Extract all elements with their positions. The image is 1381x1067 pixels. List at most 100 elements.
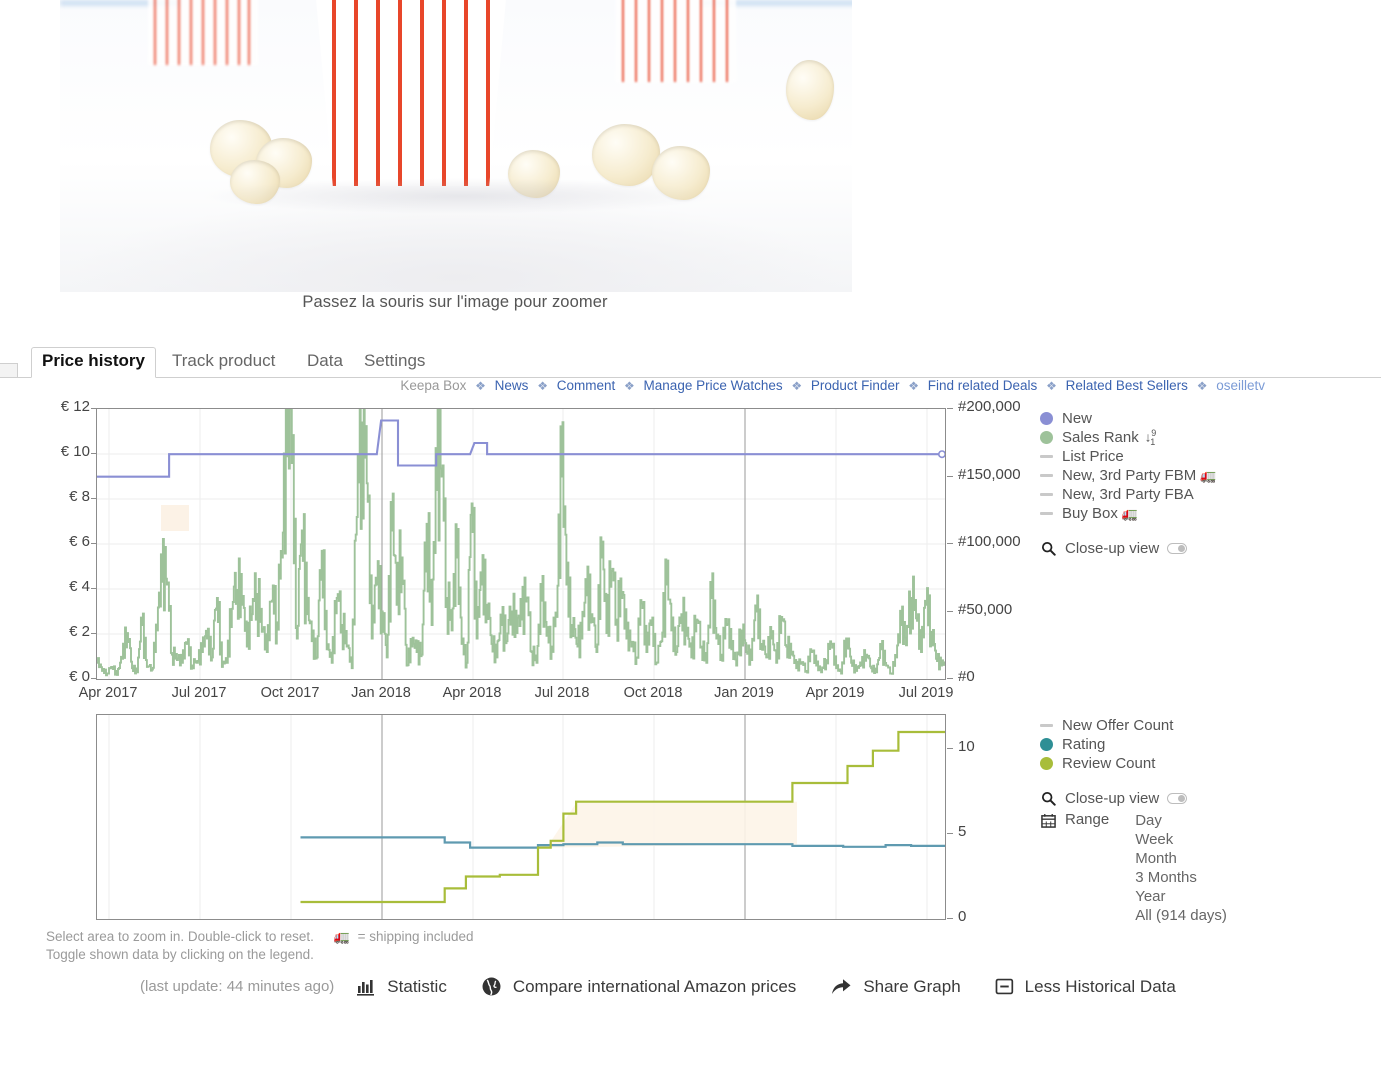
price-tick-label: € 8: [69, 488, 90, 505]
tab-track-product[interactable]: Track product: [162, 348, 285, 377]
rating-review-chart[interactable]: [96, 714, 946, 920]
compare-prices-button[interactable]: Compare international Amazon prices: [481, 976, 796, 997]
keepa-box-label: Keepa Box: [400, 378, 467, 393]
popcorn-kernel: [592, 124, 660, 186]
less-historical-data-label: Less Historical Data: [1024, 976, 1176, 996]
link-product-finder[interactable]: Product Finder: [811, 378, 900, 393]
legend-marker-dot: [1040, 412, 1053, 425]
chart-hint-text: Select area to zoom in. Double-click to …: [46, 928, 474, 964]
link-manage-price-watches[interactable]: Manage Price Watches: [644, 378, 783, 393]
rating-review-plot: [108, 715, 945, 919]
truck-icon: 🚛: [1121, 505, 1139, 521]
axis-tick: [91, 633, 97, 634]
date-tick-label: Apr 2017: [78, 685, 138, 701]
range-option-all[interactable]: All (914 days): [1135, 906, 1227, 925]
tab-settings[interactable]: Settings: [354, 348, 435, 377]
legend-marker-dash: [1040, 455, 1053, 458]
link-related-best-sellers[interactable]: Related Best Sellers: [1066, 378, 1188, 393]
minus-box-icon: [995, 977, 1014, 996]
keepa-links-row: Keepa Box ❖ News ❖ Comment ❖ Manage Pric…: [0, 378, 1265, 393]
range-option-3-months[interactable]: 3 Months: [1135, 868, 1227, 887]
separator-icon: ❖: [791, 379, 803, 393]
link-news[interactable]: News: [495, 378, 529, 393]
range-label: Range: [1065, 811, 1110, 828]
closeup-view-toggle[interactable]: [1167, 792, 1188, 804]
price-history-chart[interactable]: [96, 408, 946, 680]
tab-price-history[interactable]: Price history: [31, 347, 156, 378]
bar-chart-icon: [356, 977, 376, 997]
date-tick-label: Jul 2017: [171, 685, 227, 701]
popcorn-box-back-left: [148, 0, 258, 65]
axis-tick: [91, 678, 97, 679]
tab-data[interactable]: Data: [297, 348, 353, 377]
sales-rank-tick-label: #0: [958, 668, 975, 685]
link-find-related-deals[interactable]: Find related Deals: [928, 378, 1038, 393]
image-zoom-caption: Passez la souris sur l'image pour zoomer: [302, 293, 608, 311]
closeup-view-control-main[interactable]: Close-up view: [1040, 537, 1216, 559]
closeup-view-toggle[interactable]: [1167, 542, 1188, 554]
legend-label: New, 3rd Party FBM: [1062, 467, 1197, 484]
axis-tick: [91, 408, 97, 409]
axis-tick: [947, 678, 953, 679]
axis-tick: [947, 833, 953, 834]
legend-item-sales-rank[interactable]: Sales Rank ↓91: [1040, 428, 1216, 447]
range-control: Range Day Week Month 3 Months Year All (…: [1040, 811, 1227, 925]
axis-tick: [947, 408, 953, 409]
box-stripes: [616, 0, 736, 82]
image-shadow: [200, 178, 720, 214]
date-tick-label: Jul 2018: [534, 685, 590, 701]
share-graph-label: Share Graph: [863, 976, 961, 996]
link-comment[interactable]: Comment: [557, 378, 616, 393]
legend-label: Buy Box: [1062, 505, 1118, 522]
legend-item-buy-box[interactable]: Buy Box 🚛: [1040, 504, 1216, 523]
legend-item-rating[interactable]: Rating: [1040, 735, 1227, 754]
axis-tick: [91, 498, 97, 499]
separator-icon: ❖: [908, 379, 919, 393]
legend-item-new-offer-count[interactable]: New Offer Count: [1040, 716, 1227, 735]
axis-tick: [947, 475, 953, 477]
legend-item-new[interactable]: New: [1040, 409, 1216, 428]
legend-item-review-count[interactable]: Review Count: [1040, 754, 1227, 773]
legend-marker-dot: [1040, 431, 1053, 444]
separator-icon: ❖: [475, 379, 486, 393]
legend-item-new-3rd-party-fba[interactable]: New, 3rd Party FBA: [1040, 485, 1216, 504]
closeup-view-label: Close-up view: [1065, 539, 1160, 557]
axis-tick: [947, 543, 953, 544]
sales-rank-tick-label: #50,000: [958, 600, 1013, 618]
link-username[interactable]: oseilletv: [1216, 378, 1265, 393]
closeup-view-control-sub[interactable]: Close-up view: [1040, 787, 1227, 809]
date-tick-label: Oct 2017: [260, 685, 320, 701]
legend-label: Review Count: [1062, 755, 1156, 772]
legend-label: New Offer Count: [1062, 717, 1174, 734]
legend-label: New: [1062, 410, 1093, 427]
popcorn-box-back-right: [616, 0, 736, 82]
separator-icon: ❖: [1196, 379, 1208, 393]
chart-toolbar: (last update: 44 minutes ago) Statistic …: [140, 976, 1210, 997]
last-update-label: (last update: 44 minutes ago): [140, 978, 335, 995]
legend-marker-dash: [1040, 724, 1053, 727]
range-option-year[interactable]: Year: [1135, 887, 1227, 906]
axis-tick: [91, 543, 97, 544]
hint-line-1-wrap: Select area to zoom in. Double-click to …: [46, 928, 474, 946]
less-historical-data-button[interactable]: Less Historical Data: [995, 977, 1176, 997]
legend-item-list-price[interactable]: List Price: [1040, 447, 1216, 466]
price-tick-label: € 0: [69, 668, 90, 685]
axis-tick: [947, 918, 953, 919]
range-option-week[interactable]: Week: [1135, 830, 1227, 849]
legend-label: Rating: [1062, 736, 1106, 753]
statistic-label: Statistic: [387, 976, 447, 996]
sub-chart-legend: New Offer Count Rating Review Count Clos…: [1040, 716, 1227, 925]
legend-marker-dot: [1040, 738, 1053, 751]
separator-icon: ❖: [537, 379, 548, 393]
share-graph-button[interactable]: Share Graph: [830, 976, 961, 997]
price-tick-label: € 12: [60, 398, 90, 415]
range-option-day[interactable]: Day: [1135, 811, 1227, 830]
range-option-month[interactable]: Month: [1135, 849, 1227, 868]
popcorn-box-front: [307, 0, 515, 186]
legend-marker-dash: [1040, 493, 1053, 496]
statistic-button[interactable]: Statistic: [356, 977, 447, 997]
product-image[interactable]: [60, 0, 852, 292]
legend-item-new-3rd-party-fbm[interactable]: New, 3rd Party FBM 🚛: [1040, 466, 1216, 485]
legend-marker-dash: [1040, 512, 1053, 515]
sort-descending-icon[interactable]: ↓91: [1145, 428, 1157, 447]
